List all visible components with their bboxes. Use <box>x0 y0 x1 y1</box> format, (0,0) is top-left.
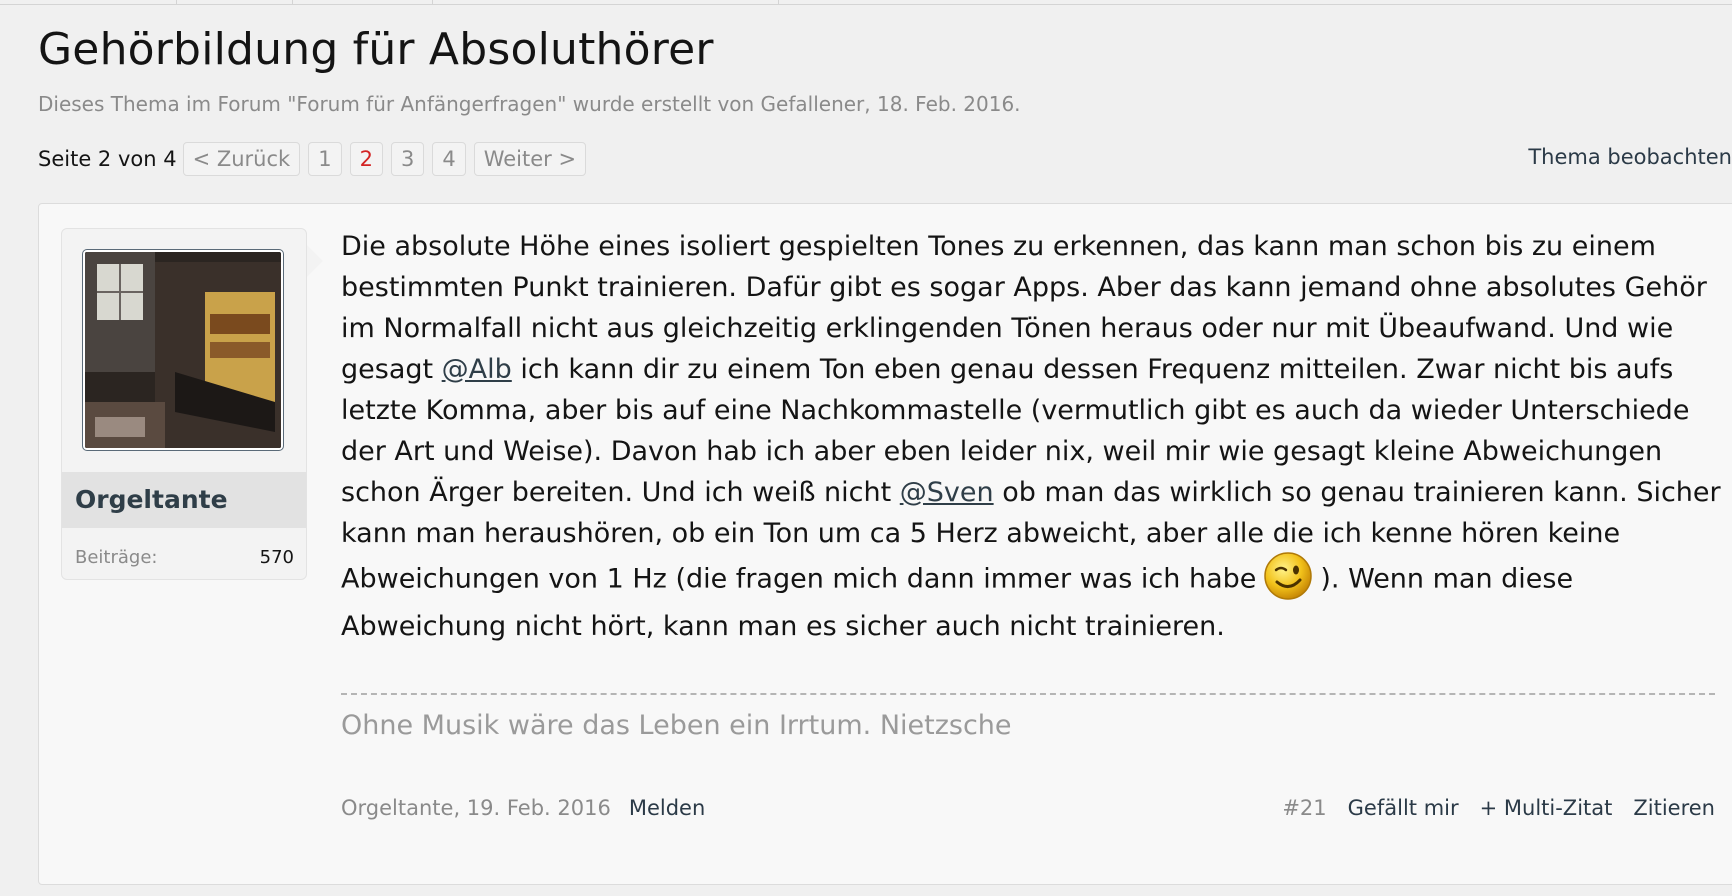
thread-subtitle: Dieses Thema im Forum "Forum für Anfänge… <box>38 92 1021 116</box>
forum-post: Orgeltante Beiträge: 570 Die absolute Hö… <box>38 203 1732 885</box>
prev-page-button[interactable]: < Zurück <box>182 142 301 176</box>
tab-divider <box>176 0 177 4</box>
post-actions: #21 Gefällt mir + Multi-Zitat Zitieren <box>1282 796 1715 820</box>
posts-count-label: Beiträge: <box>75 547 158 568</box>
panel-pointer <box>307 245 323 277</box>
page-link-4[interactable]: 4 <box>432 142 466 176</box>
quote-button[interactable]: Zitieren <box>1633 796 1715 820</box>
tab-divider <box>778 0 779 4</box>
watch-thread-link[interactable]: Thema beobachten <box>1528 145 1732 169</box>
mention-link-sven[interactable]: @Sven <box>900 477 994 508</box>
avatar-image <box>85 252 281 448</box>
page-link-2-current[interactable]: 2 <box>349 142 383 176</box>
report-button[interactable]: Melden <box>629 796 705 820</box>
next-page-button[interactable]: Weiter > <box>473 142 587 176</box>
tab-divider <box>432 0 433 4</box>
page-navigation: Seite 2 von 4 < Zurück 1 2 3 4 Weiter > <box>38 142 587 176</box>
signature-divider <box>341 693 1715 695</box>
user-info-panel: Orgeltante Beiträge: 570 <box>61 228 323 580</box>
mention-link-alb[interactable]: @Alb <box>442 354 512 385</box>
username-bar: Orgeltante <box>62 472 306 528</box>
post-author-date[interactable]: Orgeltante, 19. Feb. 2016 <box>341 796 611 820</box>
multiquote-button[interactable]: + Multi-Zitat <box>1480 796 1613 820</box>
wink-smiley-icon <box>1262 550 1314 602</box>
top-tab-strip <box>0 0 1732 5</box>
post-number-link[interactable]: #21 <box>1282 796 1326 820</box>
avatar[interactable] <box>82 249 284 451</box>
tab-divider <box>292 0 293 4</box>
page-link-3[interactable]: 3 <box>390 142 425 176</box>
page-indicator: Seite 2 von 4 <box>38 147 177 171</box>
like-button[interactable]: Gefällt mir <box>1348 796 1459 820</box>
username-link[interactable]: Orgeltante <box>75 485 228 514</box>
user-signature: Ohne Musik wäre das Leben ein Irrtum. Ni… <box>341 710 1012 741</box>
page-link-1[interactable]: 1 <box>308 142 342 176</box>
post-meta: Orgeltante, 19. Feb. 2016 Melden <box>341 796 705 820</box>
posts-count-value: 570 <box>259 547 294 568</box>
thread-title: Gehörbildung für Absoluthörer <box>38 24 714 75</box>
post-message: Die absolute Höhe eines isoliert gespiel… <box>341 226 1732 647</box>
